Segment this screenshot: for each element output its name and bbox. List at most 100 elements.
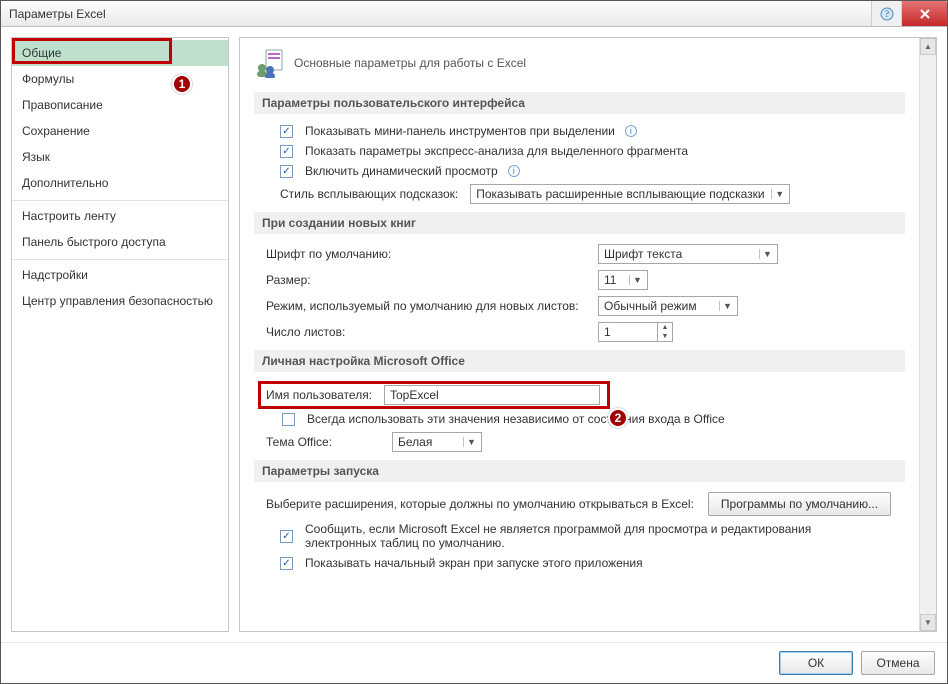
tooltip-style-label: Стиль всплывающих подсказок:	[280, 187, 458, 201]
spinner-arrows[interactable]: ▲▼	[658, 322, 673, 342]
sidebar-item-general[interactable]: Общие	[12, 40, 228, 66]
select-value: Показывать расширенные всплывающие подск…	[476, 187, 764, 201]
panel-heading: Основные параметры для работы с Excel	[254, 48, 905, 78]
button-label: Отмена	[876, 656, 919, 670]
sidebar-label: Сохранение	[22, 124, 90, 138]
sidebar-item-formulas[interactable]: Формулы	[12, 66, 228, 92]
checkbox-row-minitoolbar[interactable]: Показывать мини-панель инструментов при …	[280, 124, 905, 138]
checkbox-icon	[280, 125, 293, 138]
sidebar-label: Язык	[22, 150, 50, 164]
default-programs-button[interactable]: Программы по умолчанию...	[708, 492, 891, 516]
scroll-down-button[interactable]: ▼	[920, 614, 936, 631]
main-content: Основные параметры для работы с Excel Па…	[240, 38, 919, 631]
default-view-label: Режим, используемый по умолчанию для нов…	[266, 299, 598, 313]
font-size-select[interactable]: 11 ▼	[598, 270, 648, 290]
options-dialog: Параметры Excel ? Общие Формулы Правопис…	[0, 0, 948, 684]
tooltip-style-row: Стиль всплывающих подсказок: Показывать …	[280, 184, 905, 204]
theme-select[interactable]: Белая ▼	[392, 432, 482, 452]
font-size-row: Размер: 11 ▼	[266, 270, 905, 290]
general-options-icon	[254, 48, 284, 78]
chevron-down-icon: ▼	[463, 437, 479, 447]
sidebar-label: Правописание	[22, 98, 103, 112]
chevron-down-icon: ▼	[658, 332, 672, 341]
annotation-badge-1: 1	[172, 74, 192, 94]
section-newbook: При создании новых книг	[254, 212, 905, 234]
select-value: Шрифт текста	[604, 247, 682, 261]
username-row: Имя пользователя: TopExcel	[262, 382, 905, 408]
scroll-up-button[interactable]: ▲	[920, 38, 936, 55]
theme-label: Тема Office:	[266, 435, 392, 449]
help-button[interactable]: ?	[871, 1, 901, 26]
titlebar: Параметры Excel ?	[1, 1, 947, 27]
chevron-down-icon: ▼	[759, 249, 775, 259]
default-view-select[interactable]: Обычный режим ▼	[598, 296, 738, 316]
checkbox-icon	[280, 165, 293, 178]
checkbox-icon	[280, 530, 293, 543]
checkbox-icon	[280, 145, 293, 158]
sidebar-label: Дополнительно	[22, 176, 108, 190]
sidebar-item-proofing[interactable]: Правописание	[12, 92, 228, 118]
sidebar-item-customize-ribbon[interactable]: Настроить ленту	[12, 200, 228, 229]
button-label: Программы по умолчанию...	[721, 497, 878, 511]
button-label: ОК	[808, 656, 824, 670]
dialog-footer: ОК Отмена	[1, 642, 947, 683]
checkbox-label: Всегда использовать эти значения независ…	[307, 412, 725, 426]
sidebar-item-advanced[interactable]: Дополнительно	[12, 170, 228, 196]
close-icon	[919, 8, 931, 20]
ok-button[interactable]: ОК	[779, 651, 853, 675]
checkbox-row-always-use[interactable]: Всегда использовать эти значения независ…	[282, 412, 905, 426]
vertical-scrollbar[interactable]: ▲ ▼	[919, 38, 936, 631]
close-button[interactable]	[901, 1, 947, 26]
panel-heading-text: Основные параметры для работы с Excel	[294, 56, 526, 70]
sidebar-item-qat[interactable]: Панель быстрого доступа	[12, 229, 228, 255]
sidebar-label: Формулы	[22, 72, 74, 86]
info-icon[interactable]: i	[508, 165, 520, 177]
info-icon[interactable]: i	[625, 125, 637, 137]
default-font-label: Шрифт по умолчанию:	[266, 247, 598, 261]
sidebar-item-language[interactable]: Язык	[12, 144, 228, 170]
checkbox-row-livepreview[interactable]: Включить динамический просмотр i	[280, 164, 905, 178]
checkbox-icon	[280, 557, 293, 570]
chevron-up-icon: ▲	[658, 323, 672, 332]
font-size-label: Размер:	[266, 273, 598, 287]
theme-row: Тема Office: Белая ▼	[266, 432, 905, 452]
sidebar-label: Общие	[22, 46, 61, 60]
spinner-value[interactable]: 1	[598, 322, 658, 342]
default-font-select[interactable]: Шрифт текста ▼	[598, 244, 778, 264]
chevron-down-icon: ▼	[771, 189, 787, 199]
select-value: 11	[604, 273, 616, 287]
checkbox-label: Включить динамический просмотр	[305, 164, 498, 178]
section-personal: Личная настройка Microsoft Office	[254, 350, 905, 372]
checkbox-row-start-screen[interactable]: Показывать начальный экран при запуске э…	[280, 556, 905, 570]
chevron-down-icon: ▼	[629, 275, 645, 285]
sidebar-item-addins[interactable]: Надстройки	[12, 259, 228, 288]
annotation-badge-2: 2	[608, 408, 628, 428]
window-controls: ?	[871, 1, 947, 26]
checkbox-label: Сообщить, если Microsoft Excel не являет…	[305, 522, 885, 550]
sheet-count-spinner[interactable]: 1 ▲▼	[598, 322, 673, 342]
checkbox-label: Показывать мини-панель инструментов при …	[305, 124, 615, 138]
cancel-button[interactable]: Отмена	[861, 651, 935, 675]
select-value: Белая	[398, 435, 432, 449]
category-sidebar: Общие Формулы Правописание Сохранение Яз…	[11, 37, 229, 632]
checkbox-row-notify-default[interactable]: Сообщить, если Microsoft Excel не являет…	[280, 522, 905, 550]
dialog-body: Общие Формулы Правописание Сохранение Яз…	[1, 27, 947, 642]
window-title: Параметры Excel	[9, 7, 106, 21]
section-ui: Параметры пользовательского интерфейса	[254, 92, 905, 114]
username-input[interactable]: TopExcel	[384, 385, 600, 405]
sidebar-item-save[interactable]: Сохранение	[12, 118, 228, 144]
input-value: TopExcel	[390, 388, 439, 402]
select-value: Обычный режим	[604, 299, 697, 313]
username-label: Имя пользователя:	[266, 388, 384, 402]
sidebar-label: Надстройки	[22, 268, 88, 282]
sidebar-item-trust-center[interactable]: Центр управления безопасностью	[12, 288, 228, 314]
sheet-count-label: Число листов:	[266, 325, 598, 339]
default-programs-row: Выберите расширения, которые должны по у…	[266, 492, 905, 516]
sidebar-label: Панель быстрого доступа	[22, 235, 166, 249]
chevron-down-icon: ▼	[719, 301, 735, 311]
sidebar-label: Настроить ленту	[22, 209, 116, 223]
checkbox-row-quickanalysis[interactable]: Показать параметры экспресс-анализа для …	[280, 144, 905, 158]
tooltip-style-select[interactable]: Показывать расширенные всплывающие подск…	[470, 184, 790, 204]
checkbox-icon	[282, 413, 295, 426]
checkbox-label: Показать параметры экспресс-анализа для …	[305, 144, 688, 158]
